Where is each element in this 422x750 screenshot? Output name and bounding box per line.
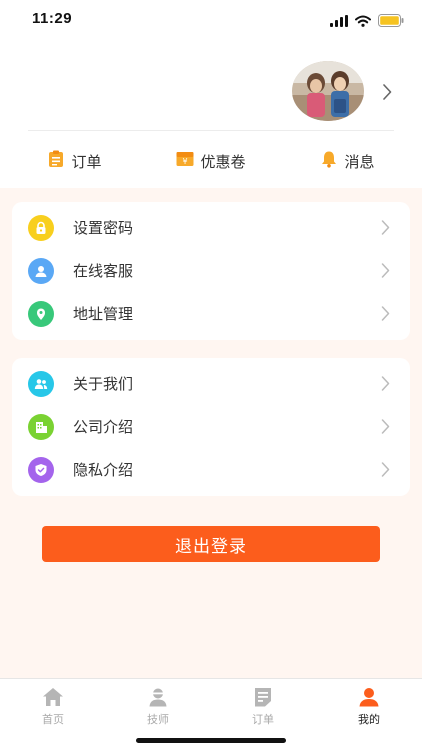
status-bar: 11:29 — [0, 0, 422, 40]
profile-chevron-right-icon[interactable] — [382, 84, 392, 104]
profile-header: 订单 ¥ 优惠卷 消息 — [0, 40, 422, 188]
menu-item-label: 地址管理 — [73, 305, 134, 323]
user-icon — [334, 685, 404, 707]
shortcut-messages-label: 消息 — [344, 152, 375, 171]
tab-technician[interactable]: 技师 — [123, 685, 193, 727]
menu-item-privacy[interactable]: 隐私介绍 — [12, 448, 410, 491]
cellular-signal-icon — [330, 12, 348, 31]
shortcut-orders-label: 订单 — [71, 152, 102, 171]
menu-item-label: 在线客服 — [73, 262, 134, 280]
menu-item-about-us[interactable]: 关于我们 — [12, 362, 410, 405]
chevron-right-icon — [381, 263, 390, 282]
tab-label: 订单 — [252, 713, 274, 726]
status-icons — [330, 12, 404, 31]
menu-item-label: 设置密码 — [73, 219, 134, 237]
logout-button[interactable]: 退出登录 — [42, 526, 380, 562]
tab-label: 首页 — [42, 713, 64, 726]
chevron-right-icon — [381, 462, 390, 481]
menu-content: 设置密码 在线客服 地址管理 关于我们 公司介绍 隐私介绍 退出登录 — [0, 188, 422, 678]
tab-label: 我的 — [358, 713, 380, 726]
shortcut-messages[interactable]: 消息 — [320, 150, 375, 172]
menu-item-company-intro[interactable]: 公司介绍 — [12, 405, 410, 448]
shortcut-orders[interactable]: 订单 — [47, 150, 102, 172]
chevron-right-icon — [381, 376, 390, 395]
status-time: 11:29 — [32, 10, 73, 27]
location-pin-icon — [28, 300, 54, 327]
order-clipboard-icon — [47, 150, 65, 172]
customer-service-icon — [28, 257, 54, 284]
shield-check-icon — [28, 456, 54, 483]
tab-home[interactable]: 首页 — [18, 685, 88, 727]
shortcut-coupons[interactable]: ¥ 优惠卷 — [176, 150, 246, 172]
avatar[interactable] — [292, 61, 364, 121]
menu-card-account: 设置密码 在线客服 地址管理 — [12, 202, 410, 340]
coupon-icon: ¥ — [176, 150, 194, 172]
battery-icon — [378, 12, 404, 31]
chevron-right-icon — [381, 306, 390, 325]
tab-orders[interactable]: 订单 — [228, 685, 298, 727]
profile-divider — [28, 130, 394, 131]
shortcut-coupons-label: 优惠卷 — [200, 152, 246, 171]
menu-item-set-password[interactable]: 设置密码 — [12, 206, 410, 249]
menu-item-label: 公司介绍 — [73, 418, 134, 436]
technician-icon — [123, 685, 193, 707]
home-icon — [18, 685, 88, 707]
users-icon — [28, 370, 54, 397]
menu-item-address[interactable]: 地址管理 — [12, 292, 410, 335]
document-icon — [228, 685, 298, 707]
tab-label: 技师 — [147, 713, 169, 726]
building-icon — [28, 413, 54, 440]
wifi-icon — [355, 12, 371, 31]
chevron-right-icon — [381, 220, 390, 239]
menu-item-online-service[interactable]: 在线客服 — [12, 249, 410, 292]
menu-item-label: 隐私介绍 — [73, 461, 134, 479]
tab-mine[interactable]: 我的 — [334, 685, 404, 727]
home-indicator[interactable] — [136, 738, 286, 743]
menu-item-label: 关于我们 — [73, 375, 134, 393]
bell-icon — [320, 150, 338, 172]
svg-text:¥: ¥ — [183, 157, 188, 166]
lock-icon — [28, 214, 54, 241]
chevron-right-icon — [381, 419, 390, 438]
menu-card-info: 关于我们 公司介绍 隐私介绍 — [12, 358, 410, 496]
shortcut-bar: 订单 ¥ 优惠卷 消息 — [0, 144, 422, 178]
